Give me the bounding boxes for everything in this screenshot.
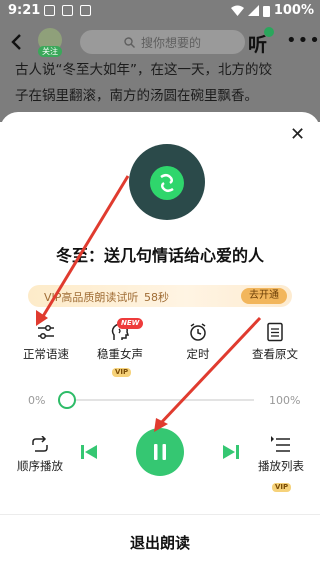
- annotation-arrow-head: [154, 418, 168, 432]
- annotation-arrow: [158, 316, 262, 426]
- annotation-arrow: [40, 175, 130, 319]
- annotation-arrows: [36, 175, 262, 432]
